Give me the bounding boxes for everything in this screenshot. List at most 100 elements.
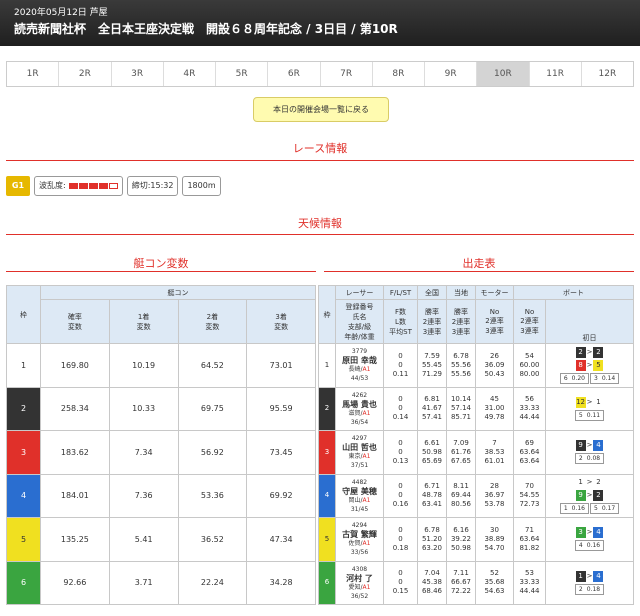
table-row: 5 135.25 5.41 36.52 47.34 [6,517,316,562]
stat-cell: 7.59 55.45 71.29 [417,343,447,388]
st-time: 0.18 [586,585,601,593]
tab-11r[interactable]: 11R [530,62,582,86]
section-title-race-info: レース情報 [292,142,348,155]
st-badge: 4 0.16 [574,540,605,552]
course-badge: 2 [593,477,604,489]
waku-cell: 1 [318,343,336,388]
stat-cell: 53 33.33 44.44 [513,560,546,605]
course-row: 1 >2 [575,477,604,489]
racer-branch: 愛知/A1 [348,583,371,591]
course-badge: 1 [593,396,604,408]
racer-cell[interactable]: 3779 原田 幸哉 長崎/A1 44/53 [335,343,384,388]
value-cell: 7.34 [108,430,179,475]
value-cell: 10.19 [108,343,179,388]
col-header: 当地 [446,285,476,300]
racer-branch: 東京/A1 [348,453,371,461]
st-row: 2 0.18 [574,583,605,595]
racer-age-weight: 33/56 [350,549,369,557]
divider [324,271,634,272]
value-cell: 73.01 [246,343,316,388]
st-rank: 2 [578,585,583,593]
course-badge: 5 [593,359,604,371]
racer-cell[interactable]: 4308 河村 了愛知/A1 36/52 [335,560,384,605]
racer-branch: 岡山/A1 [348,496,371,504]
stat-cell: 0 0 0.13 [383,430,418,475]
course-badge: 4 [593,440,604,452]
table-row: 4 184.01 7.36 53.36 69.92 [6,473,316,518]
tab-4r[interactable]: 4R [164,62,216,86]
table-row: 3 183.62 7.34 56.92 73.45 [6,430,316,475]
tab-10r[interactable]: 10R [477,62,530,86]
st-rank: 4 [578,542,583,550]
tab-6r[interactable]: 6R [268,62,321,86]
st-rank: 1 [563,505,568,513]
arrow-icon: > [586,478,593,487]
stat-cell: 7 38.53 61.01 [475,430,514,475]
tab-1r[interactable]: 1R [7,62,60,86]
course-badge: 4 [593,527,604,539]
entry-table: 枠レーサー F/L/ST 全国 当地 モーター ボート 登録番号 氏名 支部/級 年齢/体重 F数… [318,285,634,605]
racer-age-weight: 37/51 [350,462,369,470]
st-row: 1 0.16 5 0.17 [559,503,620,515]
racer-branch: 佐賀/A1 [348,540,371,548]
col-header: レーサー [335,285,384,300]
tab-3r[interactable]: 3R [112,62,164,86]
tab-8r[interactable]: 8R [373,62,425,86]
course-row: 1 >4 [575,570,604,582]
wave-segment [78,183,88,189]
stat-cell: 52 35.68 54.63 [475,560,514,605]
first-day-results: 1 >4 2 0.18 [546,570,633,595]
racer-cell[interactable]: 4482 守屋 美穂 岡山/A1 31/45 [335,473,384,518]
tab-7r[interactable]: 7R [321,62,373,86]
racer-age-weight: 44/53 [350,375,369,383]
tab-9r[interactable]: 9R [425,62,478,86]
tab-12r[interactable]: 12R [582,62,633,86]
stat-cell: 6.16 39.22 50.98 [446,517,476,562]
value-cell: 64.52 [177,343,248,388]
value-cell: 183.62 [40,430,110,475]
first-day-results: 1 >2 9 >2 1 0.16 5 0.17 [546,477,633,515]
race-date: 2020年05月12日 芦屋 [14,8,108,18]
st-rank: 5 [578,411,583,419]
col-header: F/L/ST [383,285,418,300]
value-cell: 7.36 [108,473,179,518]
table-row: 6 4308 河村 了愛知/A1 36/52 0 0 0.15 7.04 45.38 68.46 7… [318,560,634,605]
wave-segment [88,183,98,189]
section-title-weather: 天候情報 [298,217,342,230]
racer-cell[interactable]: 4262 馬場 貴也 滋賀/A1 36/54 [335,386,384,431]
racer-cell[interactable]: 4297 山田 哲也 東京/A1 37/51 [335,430,384,475]
col-subheader: No 2連率 3連率 [475,299,514,344]
st-badge: 3 0.14 [590,372,620,384]
tab-5r[interactable]: 5R [216,62,269,86]
col-subheader: 勝率 2連率 3連率 [446,299,476,344]
first-day-cell: 1 >4 2 0.18 [545,560,634,605]
col-subheader: No 2連率 3連率 [513,299,546,344]
st-row: 5 0.11 [574,409,605,421]
wave-level-box: 波乱度: [34,176,123,196]
waku-cell: 2 [6,386,41,431]
value-cell: 258.34 [40,386,110,431]
first-day-results: 9 >4 2 0.08 [546,440,633,465]
wave-segment [108,183,118,189]
stat-cell: 6.71 48.78 63.41 [417,473,447,518]
waku-cell: 4 [318,473,336,518]
tab-2r[interactable]: 2R [59,62,112,86]
race-tabs: 1R 2R 3R 4R 5R 6R 7R 8R 9R 10R 11R 12R [6,61,634,87]
stat-cell: 0 0 0.16 [383,473,418,518]
stat-cell: 69 63.64 63.64 [513,430,546,475]
racer-class: A1 [362,540,371,548]
arrow-icon: > [586,347,593,356]
value-cell: 53.36 [177,473,248,518]
st-row: 4 0.16 [574,540,605,552]
racer-reg-no: 4308 [351,565,368,573]
stat-cell: 54 60.00 80.00 [513,343,546,388]
st-rank: 3 [594,374,598,382]
st-badge: 5 0.17 [590,503,620,515]
stat-cell: 6.81 41.67 57.41 [417,386,447,431]
back-to-venues-button[interactable]: 本日の開催会場一覧に戻る [253,97,389,122]
st-rank: 5 [594,505,598,513]
value-cell: 5.41 [108,517,179,562]
arrow-icon: > [586,571,593,580]
racer-name: 守屋 美穂 [342,486,377,496]
racer-cell[interactable]: 4294 古賀 繁輝 佐賀/A1 33/56 [335,517,384,562]
